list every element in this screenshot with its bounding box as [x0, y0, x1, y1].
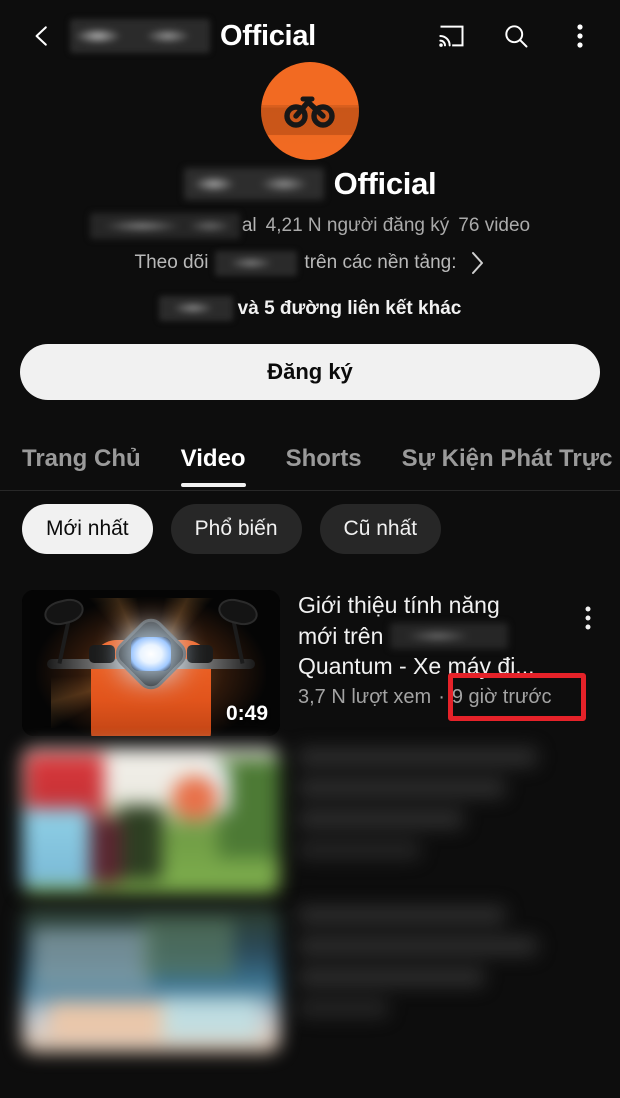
channel-title-row: Official	[0, 166, 620, 202]
video-meta: Giới thiệu tính năng mới trên Quantum - …	[280, 590, 598, 736]
video-title-brand-redacted	[389, 622, 508, 649]
more-vertical-icon	[577, 24, 583, 48]
channel-tabs: Trang Chủ Video Shorts Sự Kiện Phát Trực	[0, 428, 620, 490]
video-meta-separator: ·	[438, 685, 445, 708]
video-title: Giới thiệu tính năng mới trên Quantum - …	[298, 590, 564, 682]
youtube-channel-screen: Official Official al 4,21 N người đăng k…	[0, 0, 620, 1098]
follow-suffix-label: trên các nền tảng:	[304, 252, 457, 273]
chip-moi-nhat[interactable]: Mới nhất	[22, 504, 153, 554]
subscribe-button[interactable]: Đăng ký	[20, 344, 600, 400]
video-list: 0:49 Giới thiệu tính năng mới trên Quant…	[0, 590, 620, 1064]
tab-shorts[interactable]: Shorts	[286, 428, 362, 490]
channel-title: Official	[333, 166, 437, 201]
chip-pho-bien[interactable]: Phổ biến	[170, 504, 302, 554]
video-row[interactable]: 0:49 Giới thiệu tính năng mới trên Quant…	[0, 590, 620, 736]
video-title-line1: Giới thiệu tính năng	[298, 592, 500, 618]
channel-follow-row[interactable]: Theo dõi trên các nền tảng:	[0, 250, 620, 276]
more-vertical-icon	[585, 606, 591, 630]
cast-icon	[439, 25, 464, 47]
video-count: 76 video	[458, 215, 531, 236]
video-published-time: 9 giờ trước	[451, 685, 552, 708]
video-thumbnail[interactable]: 0:49	[22, 590, 280, 736]
back-arrow-icon	[35, 26, 47, 46]
video-title-line2-prefix: mới trên	[298, 622, 384, 649]
video-row[interactable]	[0, 748, 620, 894]
other-links-label: và 5 đường liên kết khác	[237, 297, 462, 319]
chip-cu-nhat[interactable]: Cũ nhất	[319, 504, 442, 554]
tab-video[interactable]: Video	[180, 428, 246, 490]
search-icon	[505, 25, 528, 48]
channel-stats: al 4,21 N người đăng ký 76 video	[0, 213, 620, 239]
chevron-right-icon	[471, 252, 483, 274]
subscriber-count: 4,21 N người đăng ký	[265, 215, 450, 236]
follow-brand-redacted	[215, 250, 298, 276]
tab-trang-chu[interactable]: Trang Chủ	[22, 428, 141, 490]
video-duration-badge: 0:49	[225, 702, 268, 725]
channel-handle-redacted	[89, 213, 240, 239]
cast-button[interactable]	[434, 18, 470, 54]
video-overflow-button[interactable]	[570, 598, 606, 638]
appbar-title: Official	[220, 19, 316, 52]
appbar-channel-name-redacted	[70, 19, 210, 53]
channel-handle-tail: al	[241, 215, 257, 236]
video-meta	[280, 906, 598, 1052]
filter-chip-row: Mới nhất Phổ biến Cũ nhất	[22, 504, 442, 554]
follow-chevron-button[interactable]	[470, 250, 486, 276]
tabs-divider	[0, 490, 620, 491]
channel-name-redacted	[183, 168, 324, 200]
back-button[interactable]	[22, 16, 62, 56]
link-name-redacted	[158, 296, 233, 321]
tab-su-kien-phat-truc-tiep[interactable]: Sự Kiện Phát Trực	[402, 428, 613, 490]
channel-avatar-wrap	[0, 62, 620, 160]
video-submeta: 3,7 N lượt xem · 9 giờ trước	[298, 686, 564, 709]
video-thumbnail[interactable]	[22, 748, 280, 894]
video-meta	[280, 748, 598, 894]
channel-links-row[interactable]: và 5 đường liên kết khác	[0, 296, 620, 321]
video-row[interactable]	[0, 906, 620, 1052]
video-thumbnail[interactable]	[22, 906, 280, 1052]
channel-avatar-bike-logo-icon	[284, 96, 335, 128]
app-bar-actions	[434, 18, 598, 54]
appbar-overflow-button[interactable]	[562, 18, 598, 54]
video-title-line3: Quantum - Xe máy đi...	[298, 653, 535, 680]
video-view-count: 3,7 N lượt xem	[298, 685, 432, 708]
search-button[interactable]	[498, 18, 534, 54]
avatar[interactable]	[261, 62, 359, 160]
follow-prefix-label: Theo dõi	[134, 252, 209, 273]
